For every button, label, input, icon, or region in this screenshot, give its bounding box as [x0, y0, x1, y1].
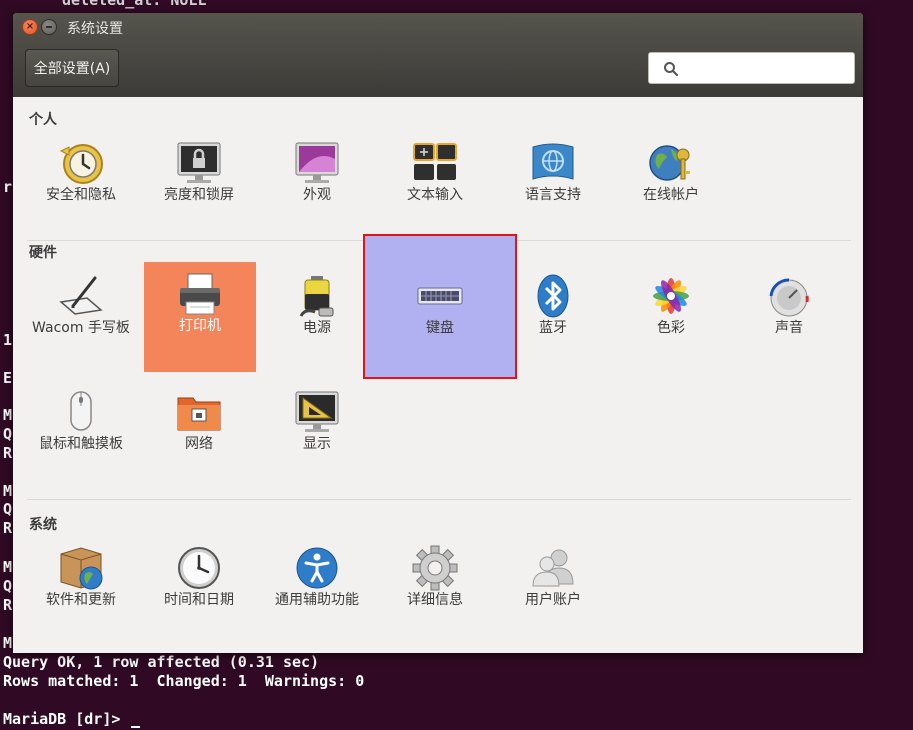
section-divider — [27, 499, 851, 500]
search-icon — [664, 62, 679, 77]
all-settings-button[interactable]: 全部设置(A) — [25, 49, 119, 87]
item-power[interactable]: 电源 — [261, 264, 373, 374]
item-user-accounts[interactable]: 用户账户 — [497, 536, 609, 646]
security-privacy-icon — [59, 144, 103, 184]
item-label: 用户账户 — [525, 592, 581, 608]
terminal-fragment: Q — [3, 425, 13, 443]
terminal-fragment: R — [3, 444, 13, 462]
terminal-fragment: M — [3, 558, 13, 576]
terminal-prompt-line[interactable]: MariaDB [dr]> — [3, 710, 141, 728]
search-input[interactable] — [685, 57, 849, 81]
brightness-lock-icon — [177, 142, 221, 183]
terminal-fragment: 1 — [3, 331, 13, 349]
item-mouse-touchpad[interactable]: 鼠标和触摸板 — [25, 380, 137, 490]
item-details[interactable]: 详细信息 — [379, 536, 491, 646]
item-label: 电源 — [303, 320, 331, 336]
time-date-icon — [178, 547, 220, 589]
item-language-support[interactable]: 语言支持 — [497, 131, 609, 241]
section-title-system: 系统 — [29, 517, 57, 533]
item-label: 网络 — [185, 436, 213, 452]
section-title-personal: 个人 — [29, 112, 57, 128]
item-label: 语言支持 — [525, 187, 581, 203]
item-brightness-lock[interactable]: 亮度和锁屏 — [143, 131, 255, 241]
mouse-touchpad-icon — [70, 391, 92, 431]
details-icon — [412, 545, 458, 591]
item-universal-access[interactable]: 通用辅助功能 — [261, 536, 373, 646]
item-bluetooth[interactable]: 蓝牙 — [497, 264, 609, 374]
item-keyboard[interactable]: 键盘 — [363, 234, 517, 379]
terminal-fragment: r — [3, 178, 13, 196]
network-icon — [177, 397, 221, 431]
item-printer[interactable]: 打印机 — [144, 262, 256, 372]
item-wacom-tablet[interactable]: Wacom 手写板 — [25, 264, 137, 374]
color-icon — [653, 278, 689, 314]
item-color[interactable]: 色彩 — [615, 264, 727, 374]
text-entry-icon — [413, 143, 457, 180]
item-time-date[interactable]: 时间和日期 — [143, 536, 255, 646]
appearance-icon — [295, 142, 339, 183]
terminal-top-line: deleted_at: NULL — [62, 0, 207, 9]
item-label: 蓝牙 — [539, 320, 567, 336]
terminal-fragment: Q — [3, 577, 13, 595]
item-online-accounts[interactable]: 在线帐户 — [615, 131, 727, 241]
item-security-privacy[interactable]: 安全和隐私 — [25, 131, 137, 241]
item-text-entry[interactable]: 文本输入 — [379, 131, 491, 241]
display-icon — [295, 391, 339, 432]
title-bar: × 系统设置 全部设置(A) — [13, 13, 863, 97]
settings-content: 个人 安全和隐私 亮度和锁屏 外观 文本输入 语言支持 在线帐户 硬件 Waco… — [13, 97, 863, 653]
software-updates-icon — [60, 547, 103, 590]
terminal-fragment: Q — [3, 500, 13, 518]
item-software-updates[interactable]: 软件和更新 — [25, 536, 137, 646]
window-title: 系统设置 — [67, 21, 123, 37]
item-appearance[interactable]: 外观 — [261, 131, 373, 241]
bluetooth-icon — [537, 274, 569, 318]
keyboard-icon — [417, 287, 463, 305]
terminal-cursor — [131, 726, 141, 728]
terminal-fragment: E — [3, 369, 13, 387]
item-label: 安全和隐私 — [46, 187, 116, 203]
item-label: 打印机 — [179, 318, 221, 334]
item-label: 键盘 — [426, 320, 454, 336]
printer-icon — [180, 273, 220, 315]
terminal-prompt: MariaDB [dr]> — [3, 710, 130, 728]
item-label: 色彩 — [657, 320, 685, 336]
item-display[interactable]: 显示 — [261, 380, 373, 490]
sound-icon — [769, 278, 809, 317]
item-label: 软件和更新 — [46, 592, 116, 608]
item-label: 在线帐户 — [643, 187, 699, 203]
system-settings-window: × 系统设置 全部设置(A) 个人 安全和隐私 亮度和锁屏 外观 文本输入 语言… — [13, 13, 863, 653]
item-label: 详细信息 — [407, 592, 463, 608]
item-label: 亮度和锁屏 — [164, 187, 234, 203]
item-label: 显示 — [303, 436, 331, 452]
terminal-rows-line: Rows matched: 1 Changed: 1 Warnings: 0 — [3, 672, 365, 690]
power-icon — [299, 276, 334, 317]
user-accounts-icon — [532, 549, 574, 587]
item-label: 声音 — [775, 320, 803, 336]
item-network[interactable]: 网络 — [143, 380, 255, 490]
item-label: 通用辅助功能 — [275, 592, 359, 608]
terminal-fragment: R — [3, 596, 13, 614]
terminal-query-ok-line: Query OK, 1 row affected (0.31 sec) — [3, 653, 320, 671]
item-sound[interactable]: 声音 — [733, 264, 845, 374]
item-label: 时间和日期 — [164, 592, 234, 608]
language-support-icon — [532, 143, 574, 180]
online-accounts-icon — [649, 145, 690, 181]
close-button[interactable]: × — [22, 19, 38, 35]
terminal-fragment: R — [3, 519, 13, 537]
wacom-tablet-icon — [59, 276, 103, 315]
item-label: 文本输入 — [407, 187, 463, 203]
search-field[interactable] — [648, 52, 855, 84]
item-label: 鼠标和触摸板 — [39, 436, 123, 452]
item-label: Wacom 手写板 — [32, 320, 130, 336]
terminal-fragment: M — [3, 634, 13, 652]
section-title-hardware: 硬件 — [29, 245, 57, 261]
item-label: 外观 — [303, 187, 331, 203]
minimize-button[interactable] — [41, 19, 57, 35]
universal-access-icon — [296, 547, 338, 589]
terminal-fragment: M — [3, 406, 13, 424]
terminal-fragment: M — [3, 482, 13, 500]
